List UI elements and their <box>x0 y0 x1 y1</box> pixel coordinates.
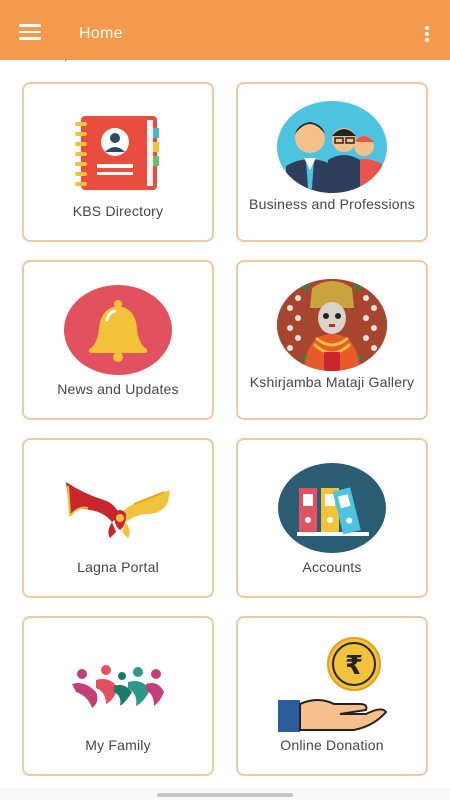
app-bar: Home <box>0 0 450 60</box>
mataji-gallery-image <box>277 279 387 371</box>
tile-news-updates[interactable]: News and Updates <box>22 260 214 420</box>
directory-book-icon <box>75 116 159 190</box>
tile-accounts[interactable]: Accounts <box>236 438 428 598</box>
svg-text:₹: ₹ <box>345 651 363 681</box>
tile-label: Kshirjamba Mataji Gallery <box>249 374 415 390</box>
bell-icon <box>64 285 172 375</box>
tile-online-donation[interactable]: ₹ Online Donation <box>236 616 428 776</box>
system-nav-bar <box>0 788 450 800</box>
tile-label: Online Donation <box>280 737 384 753</box>
tile-label: Lagna Portal <box>77 559 159 575</box>
more-vertical-icon[interactable] <box>424 26 430 42</box>
business-people-icon <box>277 101 387 193</box>
rupee-donation-icon: ₹ <box>278 637 388 732</box>
gesture-handle[interactable] <box>157 793 293 797</box>
family-icon <box>72 665 164 708</box>
tile-label: KBS Directory <box>72 203 164 219</box>
tile-label: Business and Professions <box>249 196 415 212</box>
wedding-knot-icon <box>66 482 170 538</box>
tile-mataji-gallery[interactable]: Kshirjamba Mataji Gallery <box>236 260 428 420</box>
tile-my-family[interactable]: My Family <box>22 616 214 776</box>
tile-lagna-portal[interactable]: Lagna Portal <box>22 438 214 598</box>
tile-kbs-directory[interactable]: KBS Directory <box>22 82 214 242</box>
page-title: Home <box>79 25 123 42</box>
tile-business-professions[interactable]: Business and Professions <box>236 82 428 242</box>
tile-label: Accounts <box>302 559 362 575</box>
tile-label: My Family <box>85 737 151 753</box>
hamburger-menu-icon[interactable] <box>19 24 41 40</box>
tile-label: News and Updates <box>57 381 179 397</box>
binders-icon <box>278 463 386 553</box>
